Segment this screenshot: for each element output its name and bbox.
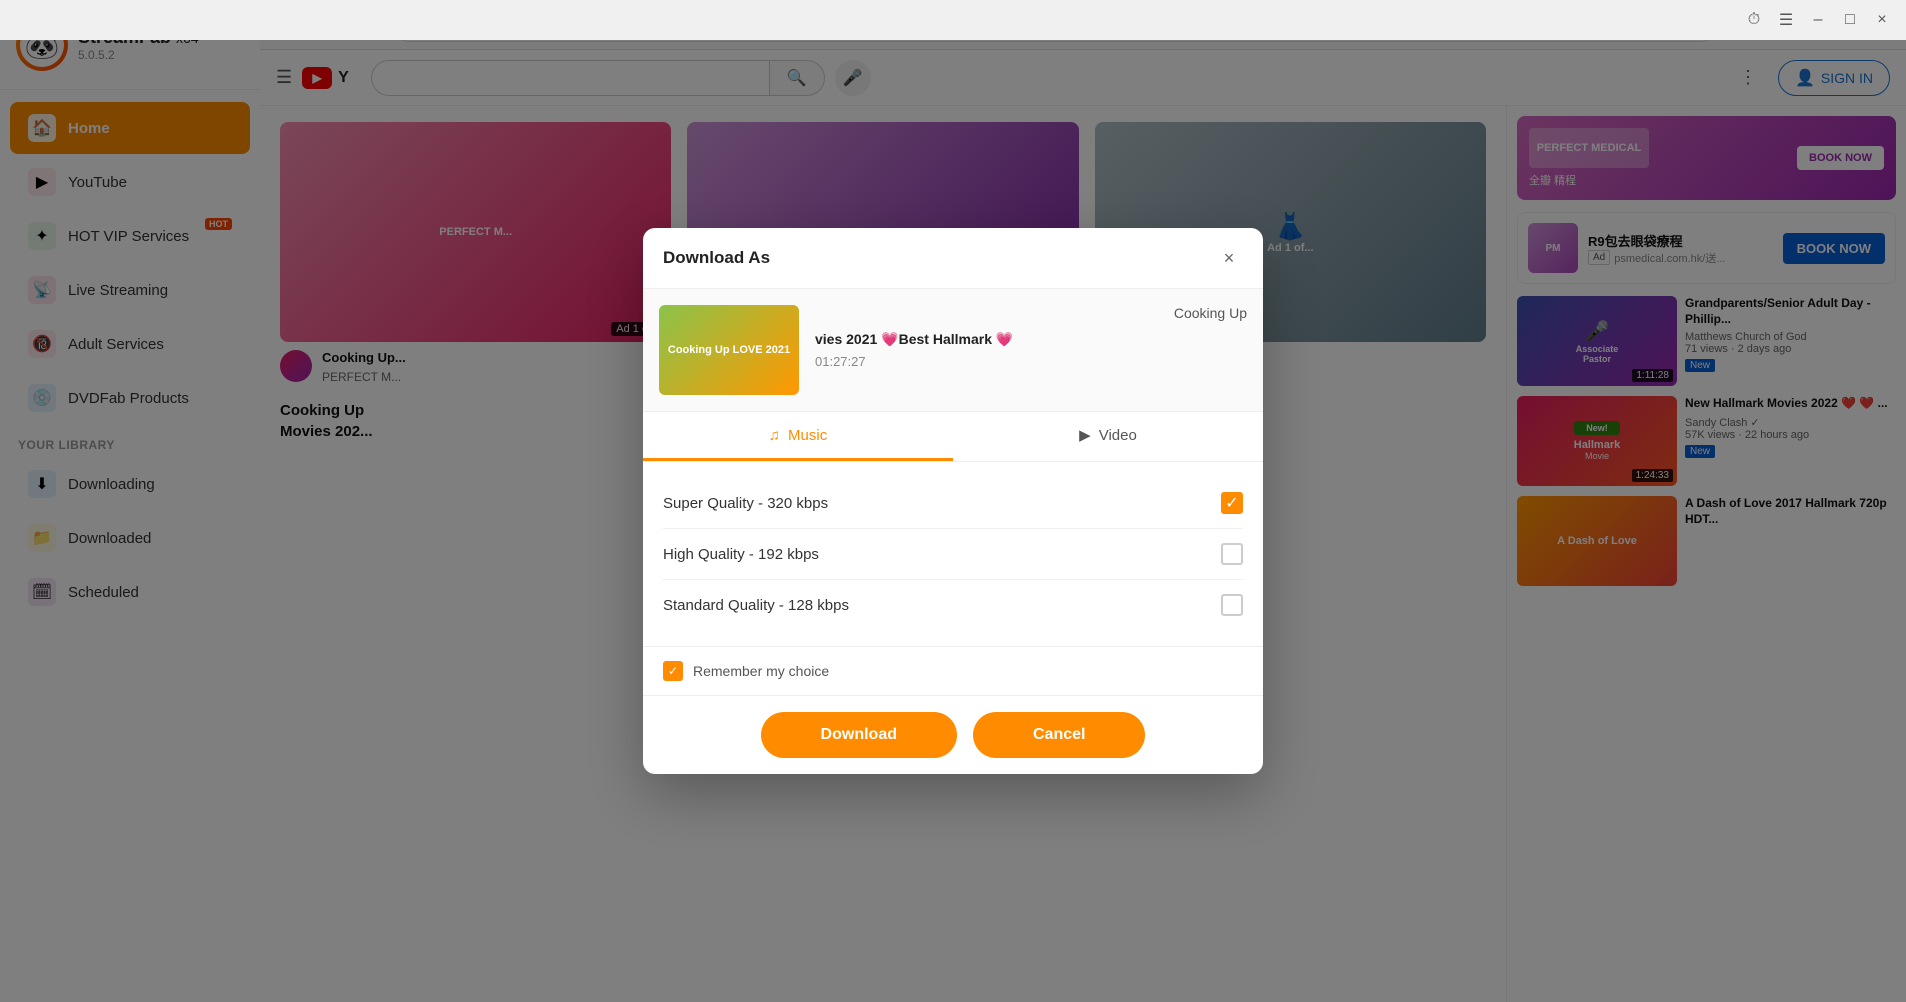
minimize-button[interactable]: – — [1802, 4, 1834, 36]
modal-video-text: vies 2021 💗Best Hallmark 💗 01:27:27 — [815, 331, 1158, 369]
modal-video-info: Cooking Up LOVE 2021 vies 2021 💗Best Hal… — [643, 289, 1263, 412]
quality-label-standard: Standard Quality - 128 kbps — [663, 597, 849, 614]
remember-label: Remember my choice — [693, 663, 829, 679]
modal-body: Super Quality - 320 kbps ✓ High Quality … — [643, 462, 1263, 646]
video-tab-icon: ▶ — [1079, 426, 1091, 444]
music-tab-icon: ♫ — [769, 427, 780, 444]
quality-label-super: Super Quality - 320 kbps — [663, 495, 828, 512]
music-tab-label: Music — [788, 427, 827, 444]
timer-icon: ⏱ — [1738, 4, 1770, 36]
modal-thumb-img: Cooking Up LOVE 2021 — [659, 305, 799, 395]
quality-check-high[interactable] — [1221, 543, 1243, 565]
titlebar: ⏱ ☰ – □ × — [0, 0, 1906, 40]
remember-row: ✓ Remember my choice — [643, 646, 1263, 695]
quality-label-high: High Quality - 192 kbps — [663, 546, 819, 563]
modal-footer: Download Cancel — [643, 695, 1263, 774]
quality-option-super[interactable]: Super Quality - 320 kbps ✓ — [663, 478, 1243, 529]
remember-checkbox[interactable]: ✓ — [663, 661, 683, 681]
maximize-button[interactable]: □ — [1834, 4, 1866, 36]
modal-video-title: vies 2021 💗Best Hallmark 💗 — [815, 331, 1158, 348]
download-as-modal: Download As × Cooking Up LOVE 2021 vies … — [643, 228, 1263, 774]
video-tab-label: Video — [1099, 427, 1137, 444]
modal-video-duration: 01:27:27 — [815, 354, 1158, 369]
cancel-button[interactable]: Cancel — [973, 712, 1145, 758]
modal-header: Download As × — [643, 228, 1263, 289]
modal-close-button[interactable]: × — [1215, 244, 1243, 272]
modal-overlay: Download As × Cooking Up LOVE 2021 vies … — [0, 0, 1906, 1002]
quality-check-standard[interactable] — [1221, 594, 1243, 616]
modal-video-thumbnail: Cooking Up LOVE 2021 — [659, 305, 799, 395]
modal-tabs: ♫ Music ▶ Video — [643, 412, 1263, 462]
tab-music[interactable]: ♫ Music — [643, 412, 953, 461]
modal-title: Download As — [663, 248, 770, 268]
modal-video-overflow: Cooking Up — [1174, 305, 1247, 321]
close-button[interactable]: × — [1866, 4, 1898, 36]
tab-video[interactable]: ▶ Video — [953, 412, 1263, 461]
quality-option-standard[interactable]: Standard Quality - 128 kbps — [663, 580, 1243, 630]
menu-icon: ☰ — [1770, 4, 1802, 36]
download-button[interactable]: Download — [761, 712, 957, 758]
quality-option-high[interactable]: High Quality - 192 kbps — [663, 529, 1243, 580]
quality-check-super[interactable]: ✓ — [1221, 492, 1243, 514]
